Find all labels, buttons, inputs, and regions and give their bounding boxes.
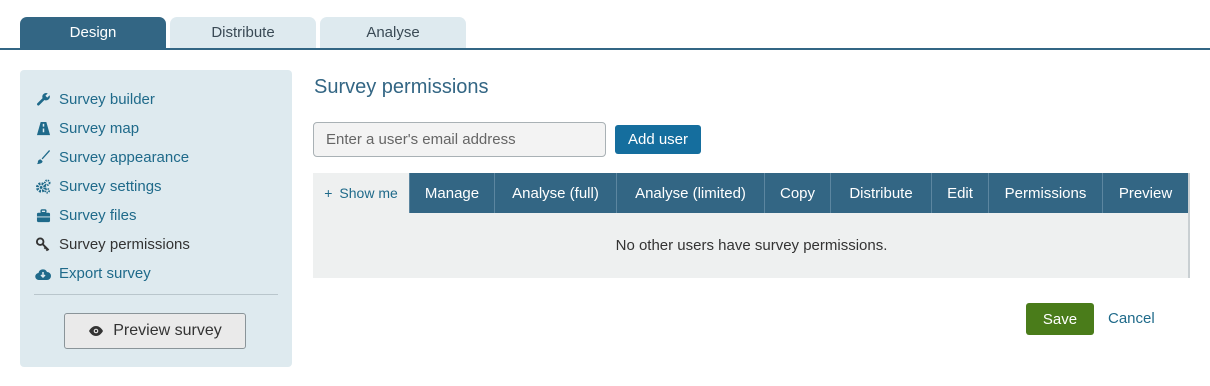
sidebar-item-label: Survey builder [59,91,155,108]
tab-design[interactable]: Design [20,17,166,48]
sidebar-item-label: Survey settings [59,178,162,195]
column-header-edit: Edit [931,173,988,213]
sidebar-item-survey-files[interactable]: Survey files [34,201,278,230]
column-header-analyse-full: Analyse (full) [494,173,616,213]
key-icon [34,236,52,254]
sidebar-item-label: Survey files [59,207,137,224]
sidebar-item-label: Survey appearance [59,149,190,166]
sidebar-item-survey-builder[interactable]: Survey builder [34,85,278,114]
sidebar-nav: Survey builder Survey map Survey appeara… [34,85,278,288]
wrench-icon [34,91,52,109]
preview-survey-button[interactable]: Preview survey [64,313,246,349]
add-user-button[interactable]: Add user [615,125,701,154]
sidebar-item-label: Export survey [59,265,151,282]
sidebar: Survey builder Survey map Survey appeara… [20,70,292,367]
cancel-link[interactable]: Cancel [1108,310,1155,327]
sidebar-item-label: Survey map [59,120,140,137]
road-icon [34,120,52,138]
preview-survey-label: Preview survey [113,322,222,339]
sidebar-item-label: Survey permissions [59,236,190,253]
show-me-toggle[interactable]: + Show me [313,173,409,213]
column-header-manage: Manage [409,173,494,213]
permissions-table: + Show me Manage Analyse (full) Analyse … [313,173,1190,278]
page-title: Survey permissions [314,76,489,98]
sidebar-divider [34,294,278,295]
cloud-download-icon [34,265,52,283]
save-button[interactable]: Save [1026,303,1094,335]
sidebar-item-survey-settings[interactable]: Survey settings [34,172,278,201]
briefcase-icon [34,207,52,225]
column-header-analyse-limited: Analyse (limited) [616,173,764,213]
sidebar-item-survey-map[interactable]: Survey map [34,114,278,143]
column-header-permissions: Permissions [988,173,1102,213]
tab-underline [0,48,1210,50]
email-input[interactable] [313,122,606,157]
tab-analyse[interactable]: Analyse [320,17,466,48]
brush-icon [34,149,52,167]
column-header-distribute: Distribute [830,173,931,213]
tab-distribute[interactable]: Distribute [170,17,316,48]
top-tabs: Design Distribute Analyse [20,17,466,48]
empty-table-message: No other users have survey permissions. [615,237,888,254]
column-header-preview: Preview [1102,173,1188,213]
eye-icon [88,325,104,337]
sidebar-item-survey-appearance[interactable]: Survey appearance [34,143,278,172]
show-me-label: Show me [339,185,398,201]
column-header-copy: Copy [764,173,830,213]
cogs-icon [34,178,52,196]
permissions-table-header: + Show me Manage Analyse (full) Analyse … [313,173,1188,213]
sidebar-item-export-survey[interactable]: Export survey [34,259,278,288]
plus-icon: + [324,185,333,201]
sidebar-item-survey-permissions[interactable]: Survey permissions [34,230,278,259]
